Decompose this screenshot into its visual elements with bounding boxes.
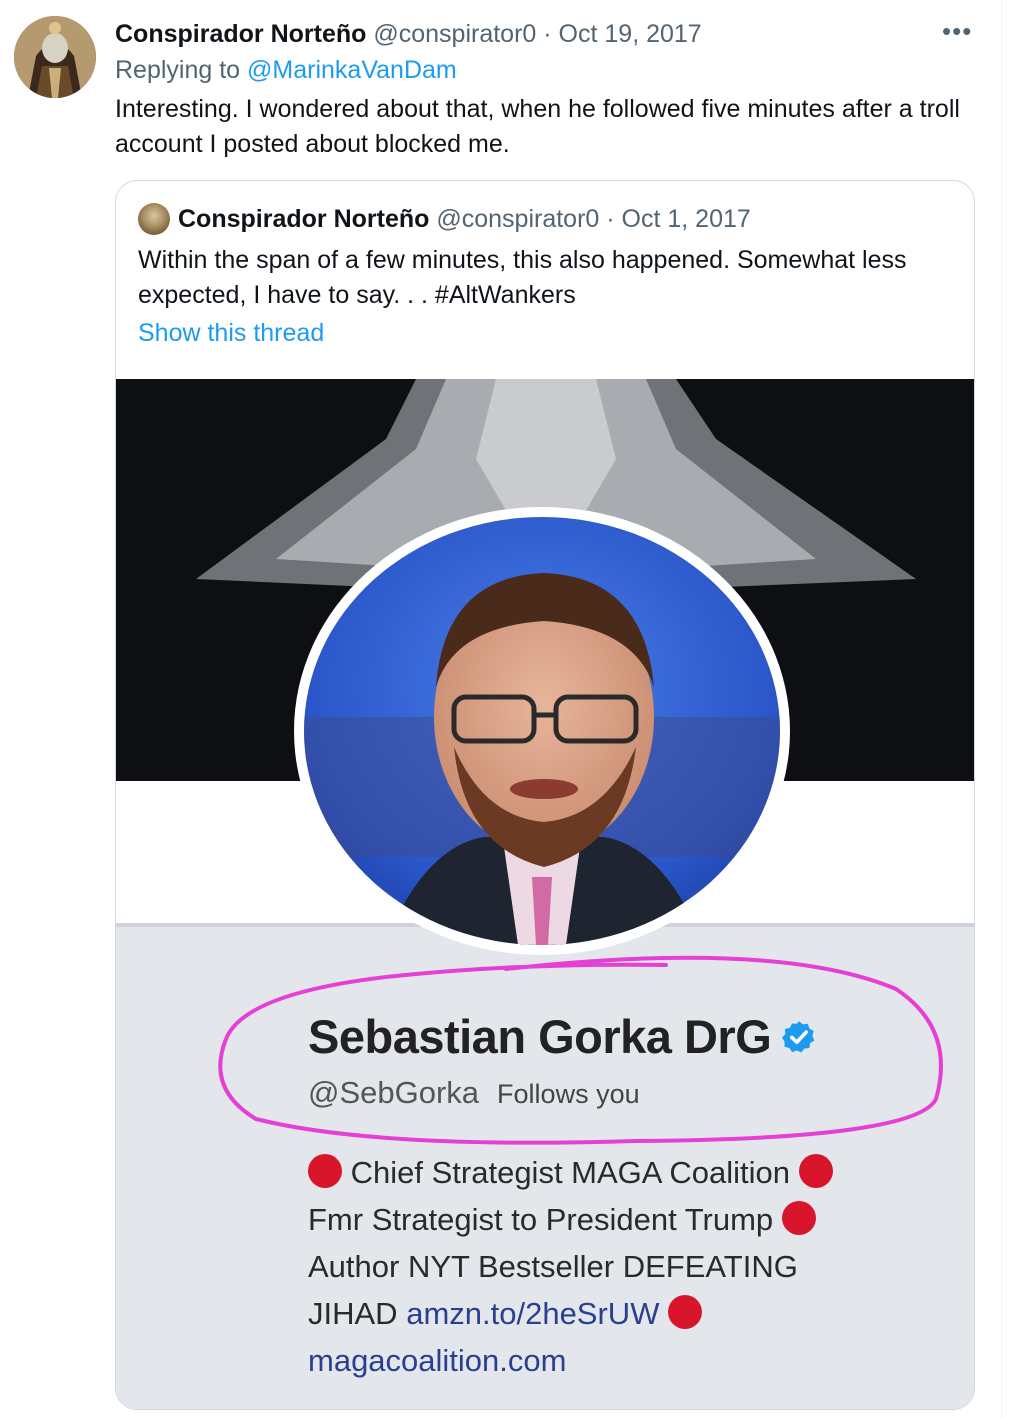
bio-website-link: magacoalition.com (308, 1343, 567, 1378)
author-name[interactable]: Conspirador Norteño (115, 20, 366, 48)
red-circle-icon (798, 1154, 833, 1188)
quoted-author-name: Conspirador Norteño (178, 204, 430, 233)
tweet[interactable]: Conspirador Norteño @conspirator0 · Oct … (0, 0, 1018, 1418)
bio-line-1: Chief Strategist MAGA Coalition (350, 1155, 790, 1190)
avatar-art-icon (14, 16, 96, 98)
tweet-text: Interesting. I wondered about that, when… (115, 95, 960, 158)
quoted-author-handle: @conspirator0 (436, 204, 600, 233)
red-circle-icon (781, 1201, 816, 1235)
profile-handle-row: @SebGorka Follows you (308, 1075, 640, 1111)
quoted-header: Conspirador Norteño @conspirator0 · Oct … (138, 203, 751, 235)
red-circle-icon (668, 1295, 703, 1329)
portrait-photo-icon (304, 517, 780, 945)
quoted-author-avatar (138, 203, 170, 235)
bio-line: Chief Strategist MAGA Coalition (308, 1149, 928, 1196)
quoted-separator: · (606, 204, 615, 233)
column-divider (1001, 0, 1002, 1418)
replying-to-line: Replying to @MarinkaVanDam (115, 56, 457, 85)
author-handle[interactable]: @conspirator0 (373, 20, 536, 48)
header-separator: · (543, 20, 552, 48)
profile-photo (294, 507, 790, 955)
red-circle-icon (308, 1154, 342, 1188)
author-avatar[interactable] (14, 16, 96, 98)
bio-line-4: JIHAD (308, 1296, 398, 1331)
quoted-date: Oct 1, 2017 (621, 204, 751, 233)
quoted-text: Within the span of a few minutes, this a… (138, 246, 907, 309)
bio-line: JIHAD amzn.to/2heSrUW (308, 1290, 928, 1337)
profile-handle: @SebGorka (308, 1075, 480, 1110)
quoted-tweet-card[interactable]: Conspirador Norteño @conspirator0 · Oct … (115, 180, 975, 1410)
profile-bio: Chief Strategist MAGA Coalition Fmr Stra… (308, 1149, 928, 1384)
bio-line: magacoalition.com (308, 1337, 928, 1384)
tweet-date[interactable]: Oct 19, 2017 (559, 20, 702, 48)
attached-screenshot-image[interactable]: Sebastian Gorka DrG @SebGorka Follows you… (116, 379, 974, 1409)
verified-badge-icon (782, 1020, 815, 1052)
bio-line: Author NYT Bestseller DEFEATING (308, 1243, 928, 1290)
more-options-icon[interactable]: ••• (942, 16, 972, 47)
follows-you-label: Follows you (497, 1079, 640, 1109)
bio-line: Fmr Strategist to President Trump (308, 1196, 928, 1243)
tweet-header: Conspirador Norteño @conspirator0 · Oct … (115, 20, 978, 50)
bio-line-2: Fmr Strategist to President Trump (308, 1202, 774, 1237)
profile-name: Sebastian Gorka DrG (308, 1009, 817, 1064)
replying-to-link[interactable]: @MarinkaVanDam (247, 56, 457, 84)
bio-line-3: Author NYT Bestseller DEFEATING (308, 1249, 798, 1284)
show-thread-link[interactable]: Show this thread (138, 319, 324, 348)
bio-amazon-link: amzn.to/2heSrUW (406, 1296, 660, 1331)
replying-prefix: Replying to (115, 56, 241, 84)
profile-display-name: Sebastian Gorka DrG (308, 1010, 772, 1063)
